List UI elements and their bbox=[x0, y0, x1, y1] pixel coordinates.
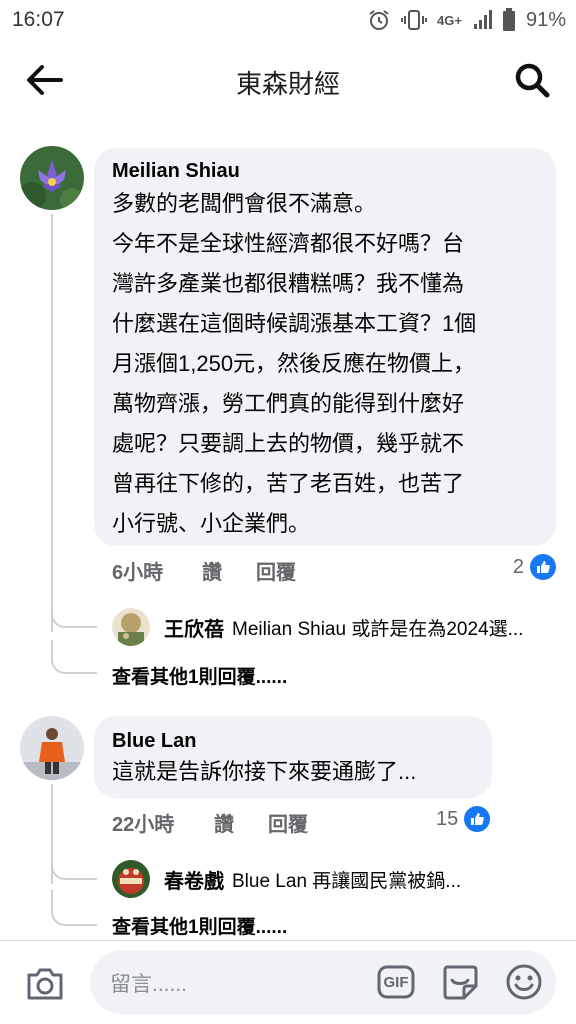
status-bar: 16:07 4G+ 91% bbox=[0, 0, 576, 40]
comment-text-line: 處呢？只要調上去的物價，幾乎就不 bbox=[112, 431, 465, 456]
view-more-replies[interactable]: 查看其他1則回覆...... bbox=[112, 662, 287, 689]
status-time: 16:07 bbox=[12, 8, 65, 31]
avatar[interactable] bbox=[112, 608, 150, 646]
emoji-icon bbox=[506, 964, 542, 1000]
avatar[interactable] bbox=[20, 716, 84, 780]
alarm-icon bbox=[367, 8, 391, 32]
network-4g-icon: 4G+ bbox=[437, 12, 462, 28]
comment-text-line: 這就是告訴你接下來要通膨了... bbox=[112, 759, 417, 784]
comment-time: 22小時 bbox=[112, 814, 175, 836]
comment-text-line: 灣許多產業也都很糟糕嗎？我不懂為 bbox=[112, 271, 465, 296]
reply-preview-text: Blue Lan 再讓國民黨被鍋... bbox=[232, 870, 462, 892]
comment-author[interactable]: Meilian Shiau bbox=[112, 160, 240, 183]
sticker-button[interactable] bbox=[440, 962, 480, 1002]
comment-actions: 22小時 讚 回覆 bbox=[112, 808, 308, 837]
camera-icon bbox=[27, 968, 63, 1000]
thread-connector bbox=[51, 890, 97, 926]
emoji-button[interactable] bbox=[504, 962, 544, 1002]
comment-author[interactable]: Blue Lan bbox=[112, 730, 196, 753]
like-count: 15 bbox=[436, 807, 459, 830]
composer-divider bbox=[0, 940, 576, 941]
comment-text: 多數的老闆們會很不滿意。 今年不是全球性經濟都很不好嗎？台 灣許多產業也都很糟糕… bbox=[112, 184, 552, 544]
thread-line bbox=[51, 214, 53, 632]
view-more-replies[interactable]: 查看其他1則回覆...... bbox=[112, 912, 287, 939]
avatar[interactable] bbox=[20, 146, 84, 210]
thread-connector bbox=[51, 852, 97, 880]
comment-actions: 6小時 讚 回覆 bbox=[112, 556, 296, 585]
signal-icon bbox=[472, 9, 492, 31]
search-icon bbox=[515, 63, 550, 98]
reply-button[interactable]: 回覆 bbox=[268, 808, 308, 837]
search-button[interactable] bbox=[510, 60, 554, 100]
reaction-count[interactable]: 2 bbox=[513, 554, 556, 580]
comment-text-line: 什麼選在這個時候調漲基本工資？1個 bbox=[112, 311, 477, 336]
like-button[interactable]: 讚 bbox=[214, 808, 268, 837]
camera-button[interactable] bbox=[24, 964, 66, 1004]
comment-time: 6小時 bbox=[112, 562, 164, 584]
comment-placeholder: 留言...... bbox=[110, 973, 188, 996]
comment-text-line: 小行號、小企業們。 bbox=[112, 511, 311, 536]
battery-percent: 91% bbox=[525, 8, 566, 31]
gif-button[interactable]: GIF bbox=[376, 962, 416, 1002]
reaction-count[interactable]: 15 bbox=[436, 806, 491, 832]
comment-input[interactable]: 留言...... GIF bbox=[90, 950, 556, 1014]
comment-bubble[interactable]: Blue Lan 這就是告訴你接下來要通膨了... bbox=[94, 716, 492, 798]
reply-preview[interactable]: 春卷戲 Blue Lan 再讓國民黨被鍋... bbox=[112, 860, 461, 898]
comment-text-line: 月漲個1,250元，然後反應在物價上， bbox=[112, 351, 476, 376]
app-header: 東森財經 bbox=[0, 48, 576, 112]
reply-preview-text: Meilian Shiau 或許是在為2024選... bbox=[232, 618, 524, 640]
comment-bubble[interactable]: Meilian Shiau 多數的老闆們會很不滿意。 今年不是全球性經濟都很不好… bbox=[94, 148, 556, 546]
status-icons: 4G+ 91% bbox=[367, 6, 566, 34]
reply-author[interactable]: 王欣蓓 bbox=[164, 613, 224, 642]
gif-icon: GIF bbox=[383, 973, 409, 991]
reply-preview[interactable]: 王欣蓓 Meilian Shiau 或許是在為2024選... bbox=[112, 608, 523, 646]
page-title: 東森財經 bbox=[235, 69, 340, 99]
vibrate-icon bbox=[401, 8, 428, 32]
comment-text-line: 多數的老闆們會很不滿意。 bbox=[112, 191, 377, 216]
comment-text-line: 曾再往下修的，苦了老百姓，也苦了 bbox=[112, 471, 465, 496]
like-button[interactable]: 讚 bbox=[202, 556, 256, 585]
comment-text-line: 萬物齊漲，勞工們真的能得到什麼好 bbox=[112, 391, 465, 416]
comment-text-line: 今年不是全球性經濟都很不好嗎？台 bbox=[112, 231, 465, 256]
reply-button[interactable]: 回覆 bbox=[256, 556, 296, 585]
battery-icon bbox=[502, 8, 516, 32]
like-count: 2 bbox=[512, 555, 524, 578]
thread-connector bbox=[51, 600, 97, 628]
avatar[interactable] bbox=[112, 860, 150, 898]
thumbs-up-icon bbox=[464, 806, 491, 832]
thread-connector bbox=[51, 640, 97, 674]
reply-author[interactable]: 春卷戲 bbox=[164, 865, 224, 894]
thumbs-up-icon bbox=[530, 554, 556, 580]
sticker-icon bbox=[443, 965, 478, 1000]
